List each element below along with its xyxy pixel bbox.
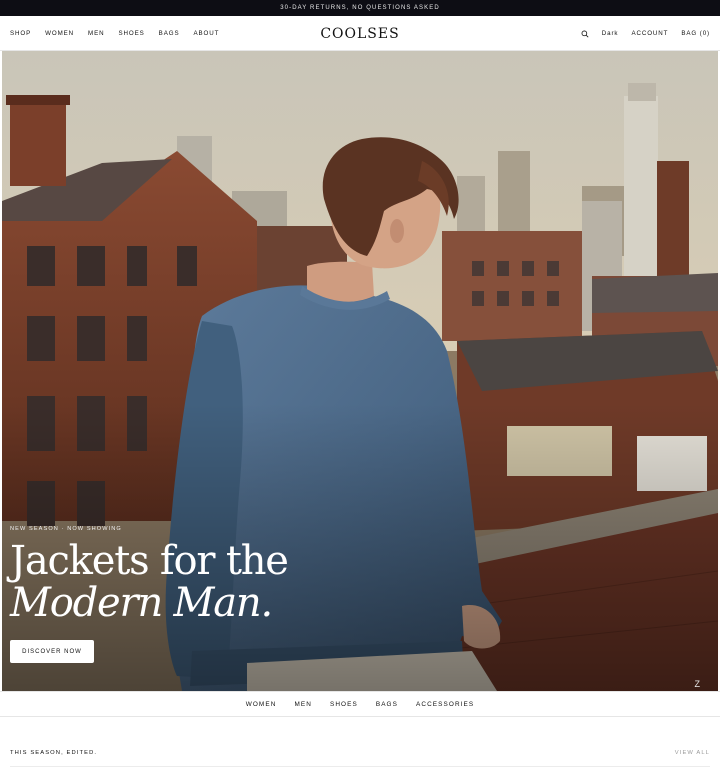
category-accessories[interactable]: ACCESSORIES (416, 701, 474, 708)
carousel-mark-icon: Z (694, 679, 701, 689)
announcement-bar: 30-DAY RETURNS, NO QUESTIONS ASKED (0, 0, 720, 16)
nav-about[interactable]: ABOUT (193, 30, 219, 37)
view-all-link[interactable]: VIEW ALL (675, 750, 710, 756)
nav-men[interactable]: MEN (88, 30, 104, 37)
nav-women[interactable]: WOMEN (45, 30, 74, 37)
hero-headline-line1: Jackets for the (10, 538, 289, 584)
hero-banner: NEW SEASON · NOW SHOWING Jackets for the… (2, 51, 718, 691)
nav-shop[interactable]: SHOP (10, 30, 31, 37)
category-bar: WOMEN MEN SHOES BAGS ACCESSORIES (0, 691, 720, 717)
category-women[interactable]: WOMEN (246, 701, 277, 708)
account-link[interactable]: ACCOUNT (631, 30, 668, 37)
search-icon (581, 30, 589, 37)
section-title: THIS SEASON, EDITED. (10, 750, 98, 756)
utility-nav: Dark ACCOUNT BAG (0) (568, 16, 710, 51)
category-bags[interactable]: BAGS (376, 701, 398, 708)
section-divider (10, 766, 710, 767)
nav-bags[interactable]: BAGS (159, 30, 180, 37)
announcement-text: 30-DAY RETURNS, NO QUESTIONS ASKED (280, 5, 440, 11)
site-header: SHOP WOMEN MEN SHOES BAGS ABOUT COOLSES … (0, 16, 720, 51)
primary-nav: SHOP WOMEN MEN SHOES BAGS ABOUT (10, 16, 233, 51)
category-men[interactable]: MEN (294, 701, 312, 708)
nav-shoes[interactable]: SHOES (119, 30, 145, 37)
hero-headline-line2: Modern Man. (10, 580, 273, 626)
section-header: THIS SEASON, EDITED. VIEW ALL (10, 747, 710, 759)
theme-toggle[interactable]: Dark (602, 30, 619, 37)
bag-link[interactable]: BAG (0) (681, 30, 710, 37)
discover-now-button[interactable]: DISCOVER NOW (10, 640, 94, 663)
category-shoes[interactable]: SHOES (330, 701, 358, 708)
site-logo[interactable]: COOLSES (320, 26, 399, 42)
hero-eyebrow: NEW SEASON · NOW SHOWING (10, 526, 122, 532)
search-button[interactable] (581, 30, 589, 38)
